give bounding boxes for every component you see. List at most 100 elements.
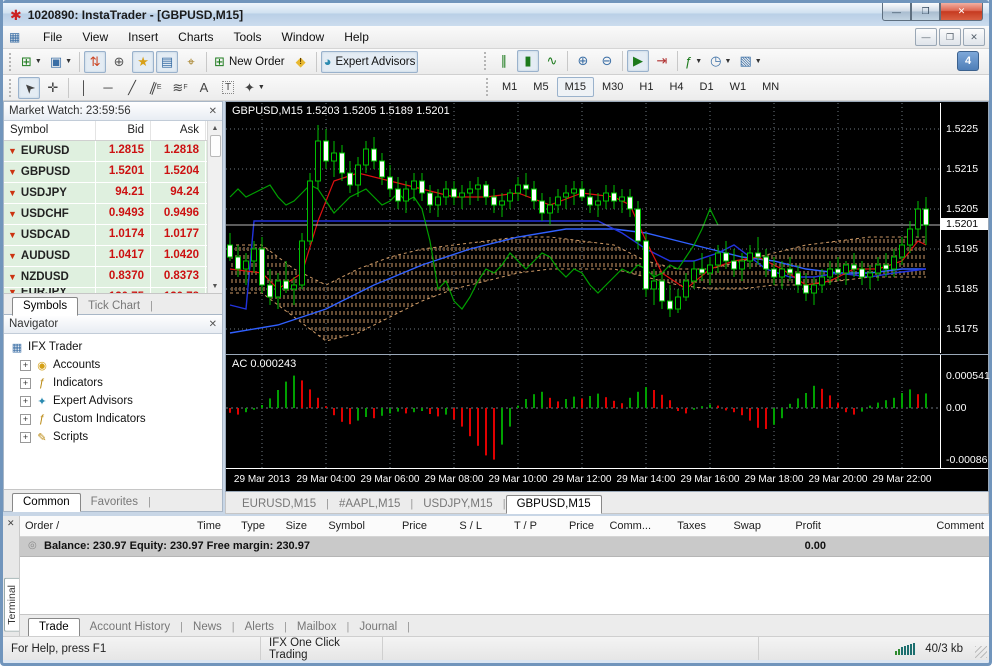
- menu-help[interactable]: Help: [334, 28, 379, 46]
- quote-row-gbpusd[interactable]: ▼GBPUSD1.52011.5204: [4, 162, 207, 183]
- navigator-item-accounts[interactable]: +◉Accounts: [6, 356, 220, 374]
- text-tool[interactable]: A: [193, 77, 215, 99]
- quote-row-eurjpy[interactable]: ▼EURJPY120.75120.78: [4, 288, 207, 293]
- market-watch-toggle[interactable]: ⇅: [84, 51, 106, 73]
- restore-button[interactable]: ❒: [911, 3, 940, 21]
- terminal-column-swap[interactable]: Swap: [711, 516, 766, 536]
- terminal-side-tab[interactable]: Terminal: [4, 578, 19, 632]
- new-order-button[interactable]: ⊞New Order: [211, 51, 288, 73]
- indicators-button[interactable]: ƒ▼: [682, 50, 705, 72]
- crosshair-tool[interactable]: ✛: [42, 77, 64, 99]
- terminal-column-price[interactable]: Price: [370, 516, 432, 536]
- shapes-tool[interactable]: ✦▼: [241, 77, 268, 99]
- toolbar-grip[interactable]: [9, 53, 14, 71]
- timeframe-w1[interactable]: W1: [722, 77, 755, 97]
- tab-tick-chart[interactable]: Tick Chart: [78, 298, 150, 315]
- quote-row-usdcad[interactable]: ▼USDCAD1.01741.0177: [4, 225, 207, 246]
- market-watch-close-icon[interactable]: ✕: [209, 106, 217, 117]
- terminal-tab-trade[interactable]: Trade: [28, 618, 80, 637]
- expand-icon[interactable]: +: [20, 378, 31, 389]
- navigator-item-expert-advisors[interactable]: +✦Expert Advisors: [6, 392, 220, 410]
- close-button[interactable]: ✕: [940, 3, 983, 21]
- menu-view[interactable]: View: [72, 28, 118, 46]
- terminal-column-profit[interactable]: Profit: [766, 516, 826, 536]
- toolbar-grip[interactable]: [484, 52, 489, 70]
- new-chart-button[interactable]: ⊞▼: [18, 51, 45, 73]
- navigator-root[interactable]: ▦IFX Trader: [6, 338, 220, 356]
- toolbar-grip[interactable]: [486, 78, 491, 96]
- navigator-toggle[interactable]: ★: [132, 51, 154, 73]
- child-restore-button[interactable]: ❒: [939, 28, 961, 46]
- terminal-toggle[interactable]: ▤: [156, 51, 178, 73]
- price-chart-plot[interactable]: [226, 103, 940, 353]
- timeframe-m15[interactable]: M15: [557, 77, 594, 97]
- notifications-badge[interactable]: 4: [957, 51, 979, 71]
- line-chart-button[interactable]: ∿: [541, 50, 563, 72]
- expand-icon[interactable]: +: [20, 396, 31, 407]
- quote-row-nzdusd[interactable]: ▼NZDUSD0.83700.8373: [4, 267, 207, 288]
- tab-common[interactable]: Common: [12, 493, 81, 512]
- terminal-column-type[interactable]: Type: [226, 516, 270, 536]
- timeframe-d1[interactable]: D1: [692, 77, 722, 97]
- terminal-tab-journal[interactable]: Journal: [349, 619, 407, 636]
- navigator-item-scripts[interactable]: +✎Scripts: [6, 428, 220, 446]
- dropdown-caret-icon[interactable]: ▼: [258, 84, 265, 91]
- menu-insert[interactable]: Insert: [118, 28, 168, 46]
- expand-icon[interactable]: +: [20, 360, 31, 371]
- expert-advisors-button[interactable]: ◕Expert Advisors: [321, 51, 419, 73]
- zoom-out-button[interactable]: ⊖: [596, 50, 618, 72]
- timeframe-m30[interactable]: M30: [594, 77, 631, 97]
- terminal-column-taxes[interactable]: Taxes: [656, 516, 711, 536]
- terminal-tab-mailbox[interactable]: Mailbox: [287, 619, 347, 636]
- menu-tools[interactable]: Tools: [224, 28, 272, 46]
- chart-tab-gbpusd-m15[interactable]: GBPUSD,M15: [506, 495, 602, 514]
- terminal-tab-news[interactable]: News: [183, 619, 232, 636]
- metaeditor-button[interactable]: ◆!: [290, 51, 312, 73]
- scroll-down-icon[interactable]: ▼: [212, 279, 219, 293]
- data-window-toggle[interactable]: ⊕: [108, 51, 130, 73]
- horizontal-line-tool[interactable]: ─: [97, 77, 119, 99]
- menu-charts[interactable]: Charts: [168, 28, 223, 46]
- toolbar-grip[interactable]: [9, 79, 14, 97]
- trendline-tool[interactable]: ╱: [121, 77, 143, 99]
- terminal-column-order[interactable]: Order /: [20, 516, 108, 536]
- quote-row-eurusd[interactable]: ▼EURUSD1.28151.2818: [4, 141, 207, 162]
- tab-symbols[interactable]: Symbols: [12, 297, 78, 316]
- label-tool[interactable]: T: [217, 77, 239, 99]
- menu-window[interactable]: Window: [272, 28, 335, 46]
- terminal-tab-account-history[interactable]: Account History: [80, 619, 181, 636]
- chart-area[interactable]: GBPUSD,M15 1.5203 1.5205 1.5189 1.5201 1…: [225, 101, 989, 492]
- terminal-tab-alerts[interactable]: Alerts: [235, 619, 284, 636]
- fibonacci-tool[interactable]: ≋F: [169, 77, 191, 99]
- vertical-line-tool[interactable]: │: [73, 77, 95, 99]
- terminal-close-icon[interactable]: ✕: [7, 518, 15, 529]
- ac-indicator-plot[interactable]: [226, 355, 940, 469]
- chart-shift-button[interactable]: ⇥: [651, 50, 673, 72]
- quote-row-usdchf[interactable]: ▼USDCHF0.94930.9496: [4, 204, 207, 225]
- profiles-button[interactable]: ▣▼: [47, 51, 75, 73]
- resize-grip[interactable]: [975, 646, 987, 658]
- terminal-column-tp[interactable]: T / P: [487, 516, 542, 536]
- templates-button[interactable]: ▧▼: [736, 50, 764, 72]
- terminal-column-comment[interactable]: Comment: [826, 516, 989, 536]
- quote-row-audusd[interactable]: ▼AUDUSD1.04171.0420: [4, 246, 207, 267]
- child-minimize-button[interactable]: —: [915, 28, 937, 46]
- terminal-column-time[interactable]: Time: [108, 516, 226, 536]
- terminal-column-symbol[interactable]: Symbol: [312, 516, 370, 536]
- tab-favorites[interactable]: Favorites: [81, 494, 148, 511]
- menu-file[interactable]: File: [33, 28, 72, 46]
- terminal-column-sl[interactable]: S / L: [432, 516, 487, 536]
- terminal-column-size[interactable]: Size: [270, 516, 312, 536]
- terminal-column-comm[interactable]: Comm...: [599, 516, 656, 536]
- dropdown-caret-icon[interactable]: ▼: [65, 58, 72, 65]
- scroll-up-icon[interactable]: ▲: [212, 121, 219, 135]
- minimize-button[interactable]: —: [882, 3, 911, 21]
- column-header-ask[interactable]: Ask: [151, 121, 206, 140]
- child-close-button[interactable]: ✕: [963, 28, 985, 46]
- column-header-symbol[interactable]: Symbol: [4, 121, 96, 140]
- navigator-close-icon[interactable]: ✕: [209, 319, 217, 330]
- cursor-tool[interactable]: ➤: [18, 77, 40, 99]
- timeframe-mn[interactable]: MN: [754, 77, 787, 97]
- dropdown-caret-icon[interactable]: ▼: [695, 58, 702, 65]
- dropdown-caret-icon[interactable]: ▼: [755, 58, 762, 65]
